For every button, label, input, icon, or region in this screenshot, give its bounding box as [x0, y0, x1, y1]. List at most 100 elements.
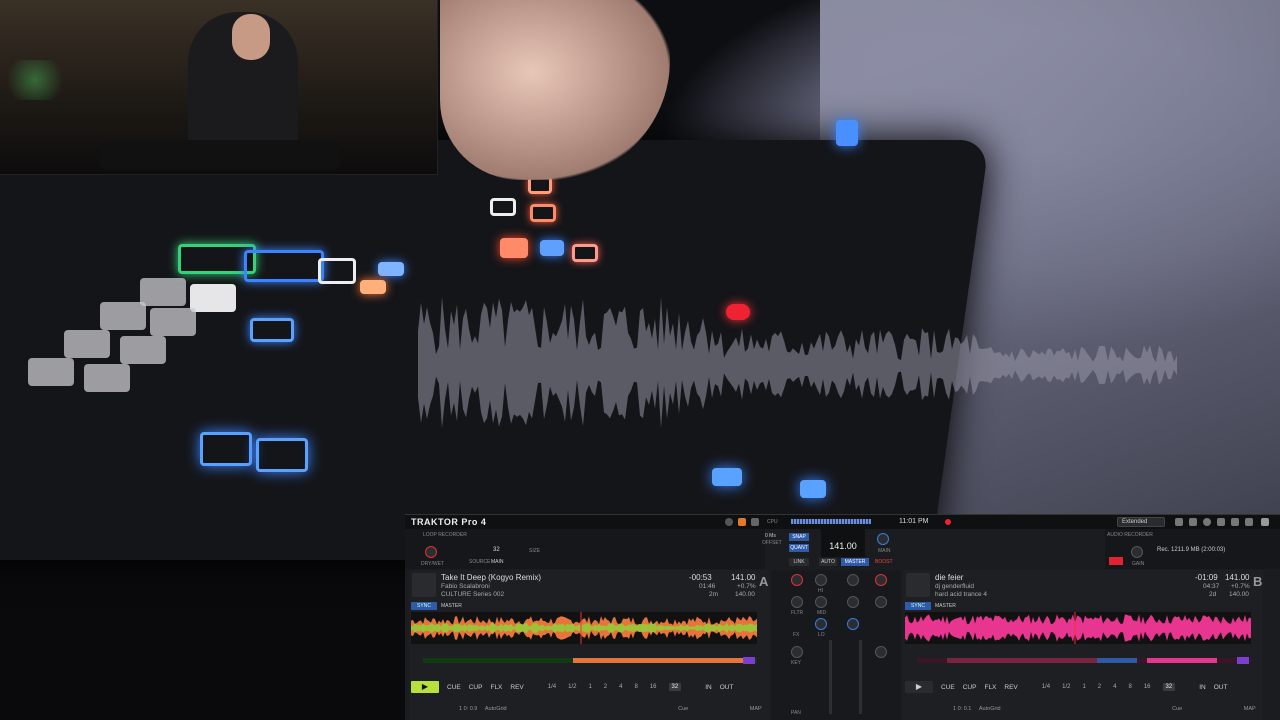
cue-button[interactable]: CUE — [447, 684, 461, 691]
loop-size[interactable]: 8 — [634, 684, 637, 690]
cup-button[interactable]: CUP — [469, 684, 483, 691]
channel-fader-a[interactable] — [829, 640, 832, 714]
in-button[interactable]: IN — [705, 684, 712, 691]
gear-icon[interactable] — [1203, 518, 1211, 526]
gain-knob-b[interactable] — [875, 574, 887, 586]
quant-button[interactable]: QUANT — [789, 544, 809, 552]
master-label[interactable]: MASTER — [935, 603, 956, 609]
fullscreen-icon[interactable] — [1245, 518, 1253, 526]
auto-button[interactable]: AUTO — [819, 558, 837, 566]
loop-size[interactable]: 1 — [1082, 684, 1085, 690]
rev-button[interactable]: REV — [510, 684, 523, 691]
app-logo: TRAKTOR Pro 4 — [411, 517, 487, 527]
flx-button[interactable]: FLX — [984, 684, 996, 691]
hi-knob-b[interactable] — [847, 574, 859, 586]
loop-size[interactable]: 1/4 — [548, 684, 556, 690]
map-label[interactable]: MAP — [750, 706, 762, 712]
button-led-white — [318, 258, 356, 284]
loop-size[interactable]: 2 — [604, 684, 607, 690]
monitor-icon[interactable] — [1231, 518, 1239, 526]
loop-size-selected[interactable]: 32 — [1162, 683, 1176, 691]
mid-knob-b[interactable] — [847, 596, 859, 608]
gain-knob-a[interactable] — [791, 574, 803, 586]
loop-size-selected[interactable]: 32 — [668, 683, 682, 691]
waveform[interactable] — [411, 612, 757, 644]
pad — [100, 302, 146, 330]
out-button[interactable]: OUT — [720, 684, 734, 691]
mid-label: MID — [817, 610, 827, 616]
loop-size[interactable]: 1/2 — [1062, 684, 1070, 690]
master-label[interactable]: MASTER — [441, 603, 462, 609]
flx-button[interactable]: FLX — [490, 684, 502, 691]
out-button[interactable]: OUT — [1214, 684, 1228, 691]
info-icon[interactable] — [1217, 518, 1225, 526]
snap-button[interactable]: SNAP — [789, 533, 809, 541]
loop-size[interactable]: 4 — [1113, 684, 1116, 690]
sync-button[interactable]: SYNC — [411, 602, 437, 610]
rev-button[interactable]: REV — [1004, 684, 1017, 691]
layout-select[interactable]: Extended — [1117, 517, 1165, 527]
key-knob-a[interactable] — [791, 646, 803, 658]
master-bpm[interactable]: 141.00 — [821, 529, 865, 557]
pad — [64, 330, 110, 358]
cue-button[interactable]: CUE — [941, 684, 955, 691]
loop-size[interactable]: 8 — [1128, 684, 1131, 690]
transport-row: ▶ CUE CUP FLX REV 1/4 1/2 1 2 4 8 16 32 … — [905, 680, 1227, 694]
button-led-orange — [360, 280, 386, 294]
link-button[interactable]: LINK — [789, 558, 809, 566]
loop-size[interactable]: 1/4 — [1042, 684, 1050, 690]
key-label: KEY — [791, 660, 802, 666]
main-label: MAIN — [878, 548, 891, 554]
grid-cue[interactable]: Cue — [678, 706, 688, 712]
track-overview[interactable] — [423, 657, 757, 664]
master-button[interactable]: MASTER — [841, 558, 869, 566]
loop-size[interactable]: 16 — [650, 684, 657, 690]
loop-size[interactable]: 4 — [619, 684, 622, 690]
list-icon[interactable] — [1175, 518, 1183, 526]
lo-knob-a[interactable] — [815, 618, 827, 630]
loop-size[interactable]: 2 — [1098, 684, 1101, 690]
fltr-knob-b[interactable] — [875, 596, 887, 608]
clock: 11:01 PM — [899, 518, 929, 525]
loop-size-value[interactable]: 32 — [493, 547, 500, 553]
button-led-blue — [256, 438, 308, 472]
main-knob[interactable] — [877, 533, 889, 545]
source-label: SOURCE — [469, 559, 491, 565]
channel-fader-b[interactable] — [859, 640, 862, 714]
mid-knob-a[interactable] — [815, 596, 827, 608]
key: 2d — [1209, 591, 1217, 598]
speaker-icon[interactable] — [751, 518, 759, 526]
grid-cue[interactable]: Cue — [1172, 706, 1182, 712]
loop-size[interactable]: 1 — [588, 684, 591, 690]
play-button[interactable]: ▶ — [905, 681, 933, 693]
hi-knob-a[interactable] — [815, 574, 827, 586]
key-knob-b[interactable] — [875, 646, 887, 658]
drywet-knob[interactable] — [425, 546, 437, 558]
track-album: hard acid trance 4 — [935, 591, 988, 598]
loop-size[interactable]: 16 — [1144, 684, 1151, 690]
cover-art — [412, 573, 436, 597]
hi-label: HI — [818, 588, 823, 594]
gain-knob[interactable] — [1131, 546, 1143, 558]
sync-button[interactable]: SYNC — [905, 602, 931, 610]
fltr-label: FLTR — [791, 610, 804, 616]
fltr-knob-a[interactable] — [791, 596, 803, 608]
source-value[interactable]: MAIN — [491, 559, 504, 565]
map-label[interactable]: MAP — [1244, 706, 1256, 712]
record-icon[interactable] — [725, 518, 733, 526]
play-button[interactable]: ▶ — [411, 681, 439, 693]
record-button[interactable] — [1109, 557, 1123, 565]
cup-button[interactable]: CUP — [963, 684, 977, 691]
columns-icon[interactable] — [1189, 518, 1197, 526]
lo-knob-b[interactable] — [847, 618, 859, 630]
loop-size[interactable]: 1/2 — [568, 684, 576, 690]
track-overview[interactable] — [917, 657, 1251, 664]
size-label: SIZE — [529, 548, 541, 554]
autogrid[interactable]: AutoGrid — [485, 706, 507, 712]
waveform[interactable] — [905, 612, 1251, 644]
in-button[interactable]: IN — [1199, 684, 1206, 691]
autogrid[interactable]: AutoGrid — [979, 706, 1001, 712]
grid-icon[interactable] — [738, 518, 746, 526]
audio-recorder-label: AUDIO RECORDER — [1107, 532, 1153, 538]
time-remaining: -01:09 — [1195, 573, 1218, 582]
